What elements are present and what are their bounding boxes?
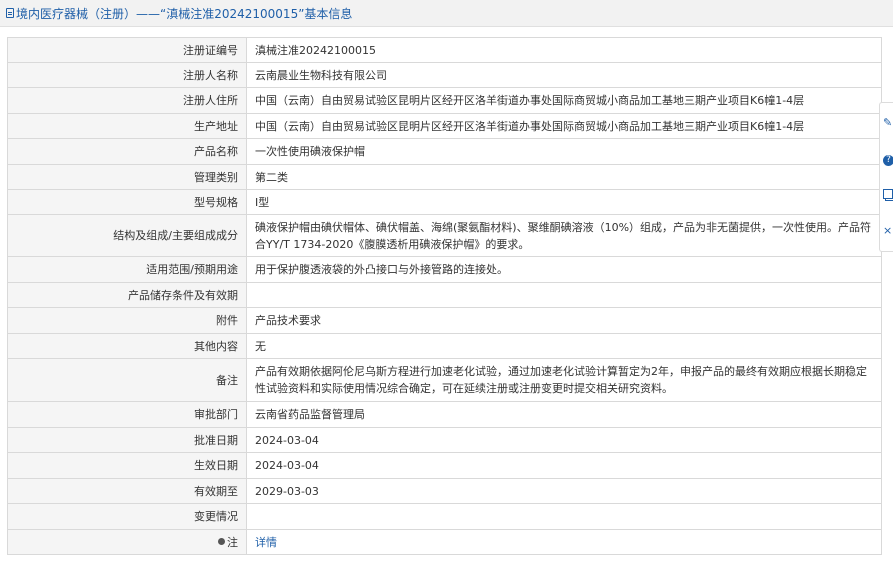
table-row: 型号规格 Ⅰ型 xyxy=(7,189,882,215)
table-row: 注册人名称 云南晨业生物科技有限公司 xyxy=(7,62,882,88)
row-label: 注册证编号 xyxy=(7,37,247,63)
row-value: 第二类 xyxy=(246,164,882,190)
table-row: 生产地址 中国（云南）自由贸易试验区昆明片区经开区洛羊街道办事处国际商贸城小商品… xyxy=(7,113,882,139)
row-value: 中国（云南）自由贸易试验区昆明片区经开区洛羊街道办事处国际商贸城小商品加工基地三… xyxy=(246,113,882,139)
row-value: 滇械注准20242100015 xyxy=(246,37,882,63)
table-row: 产品储存条件及有效期 xyxy=(7,282,882,308)
row-value xyxy=(246,282,882,308)
row-label: 生产地址 xyxy=(7,113,247,139)
row-label: 型号规格 xyxy=(7,189,247,215)
page-header: 境内医疗器械（注册）——“滇械注准20242100015”基本信息 xyxy=(0,0,893,27)
document-icon xyxy=(6,8,14,18)
table-row: 注册证编号 滇械注准20242100015 xyxy=(7,37,882,63)
row-label: 备注 xyxy=(7,358,247,402)
row-value: 2024-03-04 xyxy=(246,427,882,453)
row-label: 有效期至 xyxy=(7,478,247,504)
table-row: 产品名称 一次性使用碘液保护帽 xyxy=(7,138,882,165)
info-table: 注册证编号 滇械注准20242100015 注册人名称 云南晨业生物科技有限公司… xyxy=(7,37,882,555)
row-value: Ⅰ型 xyxy=(246,189,882,215)
table-row: 备注 产品有效期依据阿伦尼乌斯方程进行加速老化试验，通过加速老化试验计算暂定为2… xyxy=(7,358,882,402)
row-value xyxy=(246,503,882,530)
row-label: 产品名称 xyxy=(7,138,247,165)
row-label: 变更情况 xyxy=(7,503,247,530)
row-value: 一次性使用碘液保护帽 xyxy=(246,138,882,165)
table-row: 变更情况 xyxy=(7,503,882,530)
note-label: 注 xyxy=(227,535,238,549)
copy-icon[interactable] xyxy=(883,189,893,201)
details-link[interactable]: 详情 xyxy=(255,536,277,549)
table-row: 管理类别 第二类 xyxy=(7,164,882,190)
row-label: 管理类别 xyxy=(7,164,247,190)
table-row: 附件 产品技术要求 xyxy=(7,307,882,334)
table-row: 有效期至 2029-03-03 xyxy=(7,478,882,504)
table-row: 注 详情 xyxy=(7,529,882,555)
row-label: 审批部门 xyxy=(7,401,247,428)
table-row: 生效日期 2024-03-04 xyxy=(7,452,882,479)
help-icon[interactable]: ? xyxy=(883,153,893,166)
row-value: 云南晨业生物科技有限公司 xyxy=(246,62,882,88)
table-row: 审批部门 云南省药品监督管理局 xyxy=(7,401,882,428)
note-value-cell: 详情 xyxy=(246,529,882,555)
row-label: 注册人名称 xyxy=(7,62,247,88)
close-icon[interactable]: × xyxy=(883,225,893,237)
row-value: 2024-03-04 xyxy=(246,452,882,479)
table-row: 注册人住所 中国（云南）自由贸易试验区昆明片区经开区洛羊街道办事处国际商贸城小商… xyxy=(7,87,882,114)
row-label: 注册人住所 xyxy=(7,87,247,114)
note-label-cell: 注 xyxy=(7,529,247,555)
row-label: 结构及组成/主要组成成分 xyxy=(7,214,247,257)
row-label: 适用范围/预期用途 xyxy=(7,256,247,283)
table-row: 其他内容 无 xyxy=(7,333,882,359)
side-toolbar: ✎ ? × xyxy=(879,102,893,252)
row-value: 云南省药品监督管理局 xyxy=(246,401,882,428)
row-value: 产品技术要求 xyxy=(246,307,882,334)
row-label: 其他内容 xyxy=(7,333,247,359)
row-value: 碘液保护帽由碘伏帽体、碘伏帽盖、海绵(聚氨酯材料)、聚维酮碘溶液（10%）组成，… xyxy=(246,214,882,257)
row-label: 生效日期 xyxy=(7,452,247,479)
row-value: 2029-03-03 xyxy=(246,478,882,504)
row-label: 批准日期 xyxy=(7,427,247,453)
table-row: 批准日期 2024-03-04 xyxy=(7,427,882,453)
row-value: 产品有效期依据阿伦尼乌斯方程进行加速老化试验，通过加速老化试验计算暂定为2年，申… xyxy=(246,358,882,402)
table-row: 适用范围/预期用途 用于保护腹透液袋的外凸接口与外接管路的连接处。 xyxy=(7,256,882,283)
row-value: 中国（云南）自由贸易试验区昆明片区经开区洛羊街道办事处国际商贸城小商品加工基地三… xyxy=(246,87,882,114)
row-label: 产品储存条件及有效期 xyxy=(7,282,247,308)
row-value: 无 xyxy=(246,333,882,359)
row-value: 用于保护腹透液袋的外凸接口与外接管路的连接处。 xyxy=(246,256,882,283)
table-row: 结构及组成/主要组成成分 碘液保护帽由碘伏帽体、碘伏帽盖、海绵(聚氨酯材料)、聚… xyxy=(7,214,882,257)
page-title: 境内医疗器械（注册）——“滇械注准20242100015”基本信息 xyxy=(16,6,353,21)
row-label: 附件 xyxy=(7,307,247,334)
note-pin-icon xyxy=(218,538,225,545)
edit-icon[interactable]: ✎ xyxy=(883,117,893,129)
